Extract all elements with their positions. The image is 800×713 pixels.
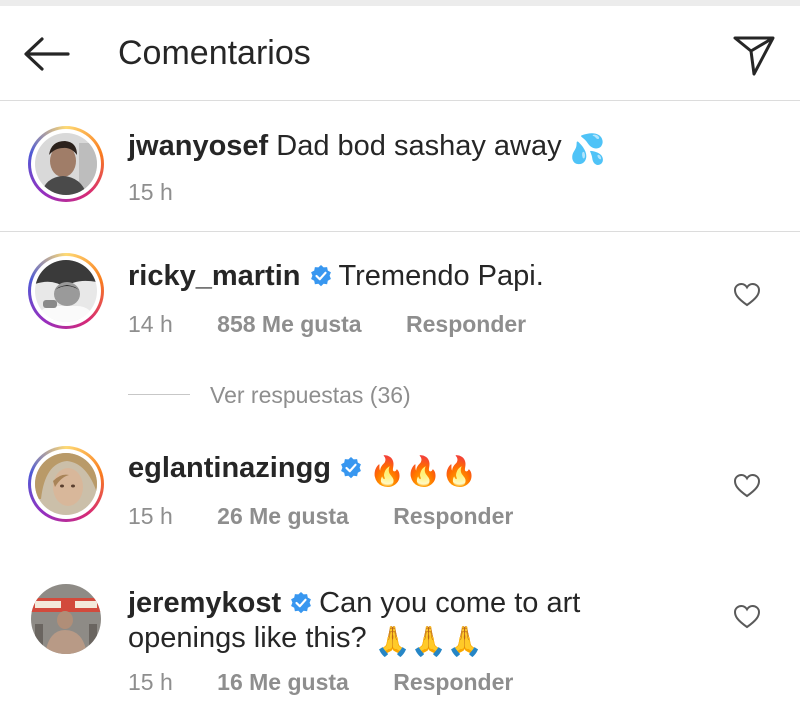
heart-icon[interactable] [733, 604, 761, 630]
timestamp: 15 h [128, 669, 173, 695]
comment-line: ricky_martin Tremendo Papi. [128, 258, 544, 294]
avatar[interactable] [28, 446, 104, 522]
avatar[interactable] [31, 584, 101, 654]
verified-badge-icon [291, 592, 312, 614]
comment-text: Tremendo Papi. [338, 260, 544, 292]
timestamp: 15 h [128, 503, 173, 529]
username[interactable]: ricky_martin [128, 260, 301, 292]
caption-text: Dad bod sashay away [276, 130, 562, 162]
comment-line: eglantinazingg 🔥🔥🔥 [128, 450, 477, 490]
reply-button[interactable]: Responder [393, 667, 513, 697]
reply-button[interactable]: Responder [406, 309, 526, 339]
username[interactable]: jwanyosef [128, 130, 268, 162]
view-replies-link[interactable]: Ver respuestas (36) [210, 380, 411, 410]
comment-line-2: openings like this? 🙏🙏🙏 [128, 620, 483, 660]
fire-emoji: 🔥🔥🔥 [369, 456, 478, 488]
profile-photo [35, 453, 97, 515]
page-title: Comentarios [118, 34, 311, 72]
comment-meta: 15 h 26 Me gusta Responder [128, 501, 513, 531]
heart-icon[interactable] [733, 473, 761, 499]
verified-badge-icon [310, 265, 331, 287]
paper-plane-icon[interactable] [732, 32, 776, 78]
profile-photo [35, 133, 97, 195]
likes-count[interactable]: 26 Me gusta [217, 501, 349, 531]
verified-badge-icon [341, 457, 361, 479]
comment-meta: 14 h 858 Me gusta Responder [128, 309, 526, 339]
avatar[interactable] [28, 253, 104, 329]
profile-photo [35, 260, 97, 322]
caption-line: jwanyosef Dad bod sashay away 💦 [128, 128, 606, 168]
post-caption: jwanyosef Dad bod sashay away 💦 15 h [0, 101, 800, 232]
avatar[interactable] [28, 126, 104, 202]
timestamp: 14 h [128, 311, 173, 337]
likes-count[interactable]: 858 Me gusta [217, 309, 361, 339]
username[interactable]: eglantinazingg [128, 452, 331, 484]
profile-photo [31, 584, 101, 654]
heart-icon[interactable] [733, 282, 761, 308]
droplets-emoji: 💦 [569, 134, 606, 166]
arrow-left-icon[interactable] [22, 36, 72, 72]
comment-text-continued: openings like this? [128, 622, 367, 654]
timestamp: 15 h [128, 179, 173, 205]
praying-hands-emoji: 🙏🙏🙏 [374, 626, 483, 658]
comment-meta: 15 h 16 Me gusta Responder [128, 667, 513, 697]
comment-line: jeremykost Can you come to art [128, 585, 580, 621]
username[interactable]: jeremykost [128, 587, 281, 619]
caption-meta: 15 h [128, 177, 173, 207]
reply-button[interactable]: Responder [393, 501, 513, 531]
header-bar: Comentarios [0, 6, 800, 101]
likes-count[interactable]: 16 Me gusta [217, 667, 349, 697]
comment-text: Can you come to art [319, 587, 581, 619]
divider [128, 394, 190, 395]
